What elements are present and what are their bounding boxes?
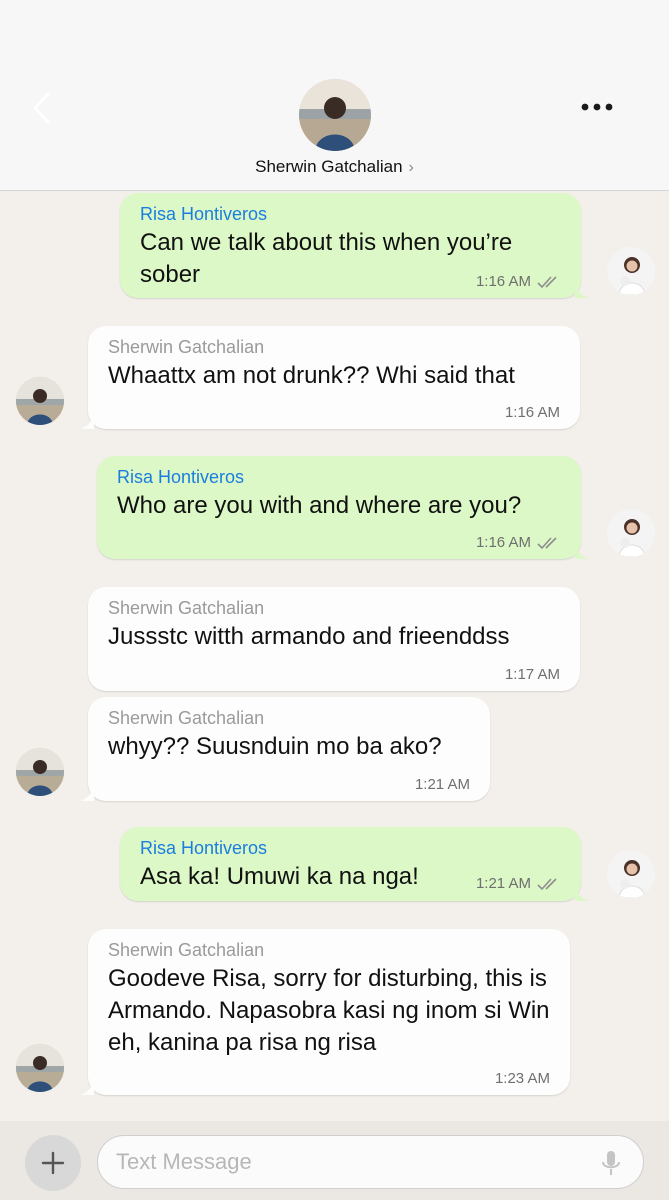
message-meta: 1:21 AM	[415, 776, 470, 793]
message-list[interactable]: Risa Hontiveros Can we talk about this w…	[0, 191, 669, 1121]
sender-name: Risa Hontiveros	[140, 204, 268, 224]
composer-bar	[0, 1121, 669, 1200]
more-dots-icon[interactable]	[577, 96, 617, 118]
message-time: 1:16 AM	[504, 404, 560, 421]
message-meta: 1:16 AM	[476, 273, 561, 290]
message-time: 1:23 AM	[494, 1070, 550, 1087]
message-time: 1:16 AM	[475, 534, 531, 551]
message-bubble-outgoing[interactable]: Risa Hontiveros Asa ka! Umuwi ka na nga!…	[120, 827, 589, 901]
message-meta: 1:23 AM	[495, 1070, 550, 1087]
message-time: 1:21 AM	[414, 776, 470, 793]
sender-name: Sherwin Gatchalian	[108, 708, 265, 728]
avatar-risa[interactable]	[607, 247, 655, 295]
microphone-icon[interactable]	[601, 1149, 621, 1177]
message-meta: 1:16 AM	[476, 534, 561, 551]
bubble-tail	[575, 885, 589, 901]
message-bubble-incoming[interactable]: Sherwin Gatchalian whyy?? Suusnduin mo b…	[80, 697, 490, 801]
message-text: Goodeve Risa, sorry for disturbing, this…	[108, 965, 550, 1056]
double-check-icon	[537, 275, 557, 288]
double-check-icon	[537, 536, 557, 549]
contact-avatar[interactable]	[299, 79, 371, 151]
message-text: Whaattx am not drunk?? Whi said that	[108, 362, 515, 389]
back-chevron-icon[interactable]	[28, 88, 56, 128]
message-meta: 1:21 AM	[476, 875, 561, 892]
message-bubble-incoming[interactable]: Sherwin Gatchalian Whaattx am not drunk?…	[80, 326, 580, 429]
sender-name: Risa Hontiveros	[117, 467, 245, 487]
message-text: Who are you with and where are you?	[117, 492, 522, 519]
message-meta: 1:17 AM	[505, 666, 560, 683]
avatar-risa[interactable]	[607, 509, 655, 557]
avatar-sherwin[interactable]	[16, 1044, 64, 1092]
avatar-risa[interactable]	[607, 850, 655, 898]
chevron-right-icon: ›	[408, 159, 414, 176]
sender-name: Risa Hontiveros	[140, 838, 268, 858]
bubble-tail	[80, 785, 94, 801]
message-meta: 1:16 AM	[505, 404, 560, 421]
bubble-tail	[575, 282, 589, 298]
avatar-sherwin[interactable]	[16, 748, 64, 796]
message-time: 1:17 AM	[504, 666, 560, 683]
sender-name: Sherwin Gatchalian	[108, 598, 265, 618]
bubble-tail	[575, 543, 589, 559]
sender-name: Sherwin Gatchalian	[108, 940, 265, 960]
chat-header: Sherwin Gatchalian ›	[0, 0, 669, 191]
message-input[interactable]	[97, 1135, 644, 1189]
message-time: 1:21 AM	[475, 875, 531, 892]
bubble-tail	[80, 413, 94, 429]
message-text: Jussstc witth armando and frieenddss	[108, 623, 510, 650]
sender-name: Sherwin Gatchalian	[108, 337, 265, 357]
avatar-sherwin[interactable]	[16, 377, 64, 425]
message-bubble-incoming[interactable]: Sherwin Gatchalian Goodeve Risa, sorry f…	[80, 929, 570, 1095]
plus-icon	[41, 1151, 65, 1175]
contact-name-label: Sherwin Gatchalian	[255, 157, 403, 176]
bubble-tail	[80, 1079, 94, 1095]
contact-name[interactable]: Sherwin Gatchalian ›	[0, 157, 669, 177]
add-attachment-button[interactable]	[25, 1135, 81, 1191]
message-bubble-incoming[interactable]: Sherwin Gatchalian Jussstc witth armando…	[88, 587, 580, 691]
message-bubble-outgoing[interactable]: Risa Hontiveros Can we talk about this w…	[120, 193, 589, 298]
message-time: 1:16 AM	[475, 273, 531, 290]
message-text: whyy?? Suusnduin mo ba ako?	[108, 733, 442, 760]
double-check-icon	[537, 877, 557, 890]
message-bubble-outgoing[interactable]: Risa Hontiveros Who are you with and whe…	[97, 456, 589, 559]
